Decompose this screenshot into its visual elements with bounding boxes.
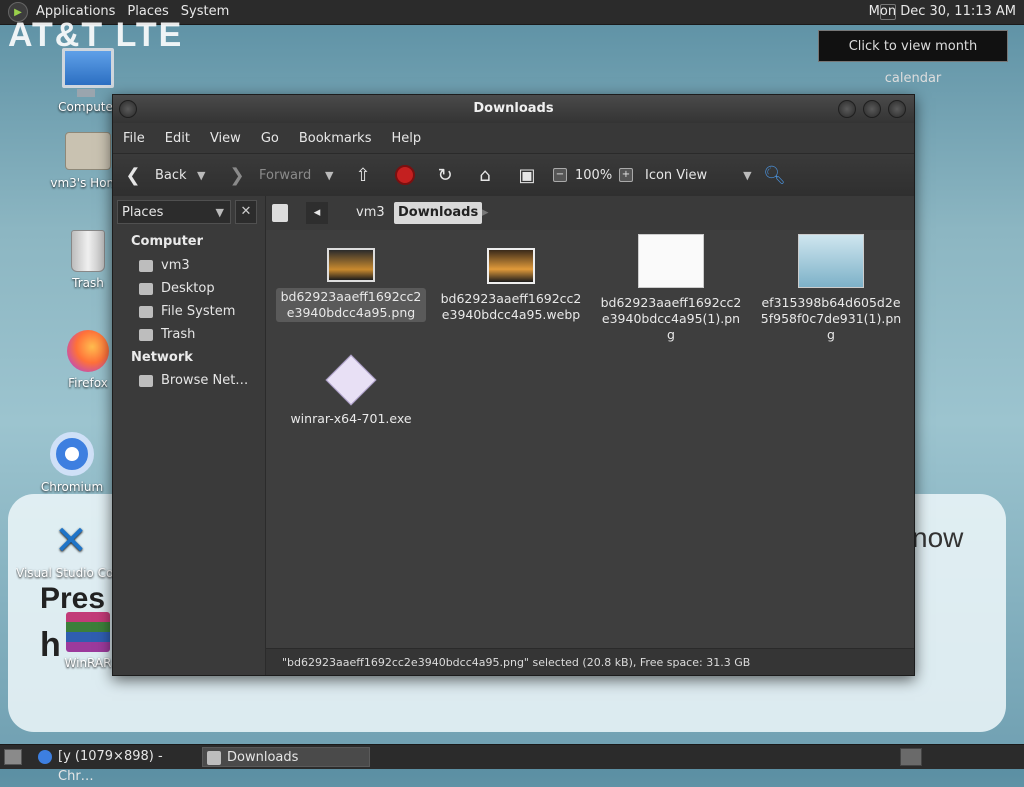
trash-icon (139, 328, 153, 341)
task-downloads[interactable]: Downloads (202, 747, 370, 767)
titlebar[interactable]: Downloads (113, 95, 914, 123)
back-button[interactable]: ❮ Back (123, 154, 186, 196)
stop-icon (395, 165, 415, 185)
menubar: File Edit View Go Bookmarks Help (113, 123, 914, 153)
menu-bookmarks[interactable]: Bookmarks (289, 131, 382, 146)
up-arrow-icon: ⇧ (355, 164, 371, 186)
edit-location-button[interactable] (272, 204, 288, 222)
bottom-panel: [y (1079×898) - Chr… Downloads (0, 744, 1024, 784)
folder-icon (207, 751, 221, 765)
image-thumbnail-icon (487, 248, 535, 284)
zoom-out-icon: − (553, 168, 567, 182)
drive-icon (139, 305, 153, 318)
chevron-down-icon: ▼ (743, 168, 752, 182)
menu-edit[interactable]: Edit (155, 131, 200, 146)
minimize-button[interactable] (838, 100, 856, 118)
wallpaper-text-pres: Pres (40, 582, 106, 615)
network-icon (139, 374, 153, 387)
task-chromium[interactable]: [y (1079×898) - Chr… (34, 747, 200, 784)
home-icon: ⌂ (479, 164, 491, 186)
toolbar: ❮ Back ▼ ❯ Forward ▼ ⇧ ↻ ⌂ ▣ − 100% + Ic… (113, 153, 914, 197)
desktop-icon-chromium[interactable]: Chromium (24, 432, 120, 494)
search-icon: 🔍︎ (763, 164, 786, 186)
image-thumbnail-icon (798, 234, 864, 288)
location-bar: ◂ vm3 Downloads ▸ (266, 196, 914, 230)
up-button[interactable]: ⇧ (353, 154, 373, 196)
firefox-icon (67, 330, 109, 372)
computer-heading: Computer (131, 234, 204, 249)
back-history-dropdown[interactable]: ▼ (197, 154, 205, 196)
search-button[interactable]: 🔍︎ (763, 154, 786, 196)
zoom-in-icon: + (619, 168, 633, 182)
file-item[interactable]: bd62923aaeff1692cc2e3940bdcc4a95(1).png (596, 234, 746, 344)
reload-icon: ↻ (437, 164, 453, 186)
wallpaper-text-now: now (912, 522, 964, 553)
menu-file[interactable]: File (113, 131, 155, 146)
computer-button[interactable]: ▣ (517, 154, 537, 196)
forward-arrow-icon: ❯ (229, 164, 245, 186)
maximize-button[interactable] (863, 100, 881, 118)
file-manager-window: Downloads File Edit View Go Bookmarks He… (112, 94, 915, 676)
desktop-icon-vscode[interactable]: ✕ Visual Studio Code (16, 520, 126, 580)
sidebar-item-browse-network[interactable]: Browse Net… (139, 373, 248, 388)
view-mode-select[interactable]: Icon View ▼ (645, 154, 752, 196)
reload-button[interactable]: ↻ (435, 154, 455, 196)
file-view[interactable]: bd62923aaeff1692cc2e3940bdcc4a95.png bd6… (266, 230, 914, 648)
home-folder-icon (65, 132, 111, 170)
breadcrumb-vm3[interactable]: vm3 (332, 202, 389, 224)
chromium-icon (38, 750, 52, 764)
side-pane-selector[interactable]: Places ▼ (117, 200, 231, 224)
path-scroll-right-button[interactable]: ▸ (478, 202, 493, 224)
forward-button[interactable]: ❯ Forward (227, 154, 311, 196)
vscode-icon: ✕ (54, 520, 88, 564)
sidebar-item-desktop[interactable]: Desktop (139, 281, 215, 296)
calendar-tooltip: Click to view month calendar (818, 30, 1008, 86)
menu-view[interactable]: View (200, 131, 251, 146)
workspace-switcher[interactable] (900, 748, 922, 766)
computer-icon: ▣ (518, 164, 536, 186)
chromium-icon (50, 432, 94, 476)
sidebar-item-trash[interactable]: Trash (139, 327, 195, 342)
chevron-down-icon: ▼ (215, 206, 224, 219)
network-heading: Network (131, 350, 193, 365)
zoom-level[interactable]: 100% (575, 154, 612, 196)
stop-button[interactable] (395, 154, 415, 196)
menu-system[interactable]: System (175, 0, 235, 24)
clock[interactable]: Mon Dec 30, 11:13 AM (865, 0, 1020, 24)
executable-icon (325, 354, 377, 406)
computer-icon (62, 48, 114, 97)
forward-history-dropdown[interactable]: ▼ (325, 154, 333, 196)
zoom-out-button[interactable]: − (553, 154, 567, 196)
breadcrumb-downloads[interactable]: Downloads (394, 202, 483, 224)
menu-go[interactable]: Go (251, 131, 289, 146)
image-thumbnail-icon (638, 234, 704, 288)
side-pane: Places ▼ ✕ Computer vm3 Desktop File Sys… (113, 196, 266, 675)
file-item[interactable]: winrar-x64-701.exe (276, 354, 426, 428)
image-thumbnail-icon (327, 248, 375, 282)
close-button[interactable] (888, 100, 906, 118)
trash-icon (71, 230, 105, 272)
file-item[interactable]: bd62923aaeff1692cc2e3940bdcc4a95.webp (436, 248, 586, 324)
zoom-in-button[interactable]: + (619, 154, 633, 196)
home-folder-icon (139, 259, 153, 272)
sidebar-item-vm3[interactable]: vm3 (139, 258, 190, 273)
winrar-icon (66, 612, 110, 652)
back-arrow-icon: ❮ (125, 164, 141, 186)
file-item[interactable]: bd62923aaeff1692cc2e3940bdcc4a95.png (276, 248, 426, 322)
desktop-folder-icon (139, 282, 153, 295)
sidebar-item-file-system[interactable]: File System (139, 304, 235, 319)
home-button[interactable]: ⌂ (475, 154, 495, 196)
file-item[interactable]: ef315398b64d605d2e5f958f0c7de931(1).png (756, 234, 906, 344)
show-desktop-button[interactable] (4, 749, 22, 765)
menu-help[interactable]: Help (381, 131, 431, 146)
path-scroll-left-button[interactable]: ◂ (306, 202, 328, 224)
close-side-pane-button[interactable]: ✕ (235, 200, 257, 224)
window-title: Downloads (473, 101, 554, 116)
status-bar: "bd62923aaeff1692cc2e3940bdcc4a95.png" s… (266, 648, 914, 675)
